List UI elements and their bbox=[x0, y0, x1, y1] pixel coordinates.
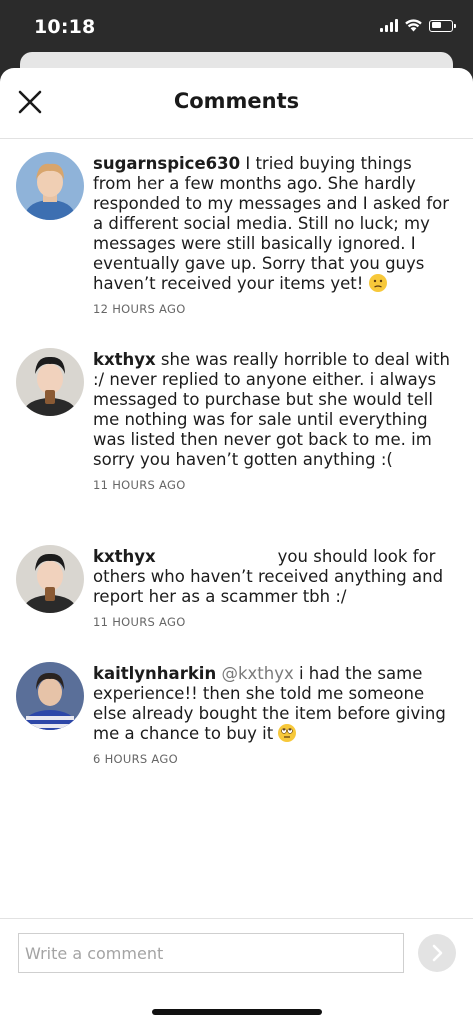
arrow-right-icon bbox=[432, 944, 443, 962]
comment-username[interactable]: sugarnspice630 bbox=[93, 154, 240, 173]
comment-mention[interactable]: @kxthyx bbox=[221, 664, 293, 683]
status-time: 10:18 bbox=[34, 16, 96, 38]
comment-username[interactable]: kxthyx bbox=[93, 547, 156, 566]
battery-icon bbox=[429, 19, 456, 32]
send-button[interactable] bbox=[418, 934, 456, 972]
comment-body: kaitlynharkin @kxthyx i had the same exp… bbox=[93, 664, 453, 769]
comment-body: kxthyx she was really horrible to deal w… bbox=[93, 350, 453, 495]
comment-username[interactable]: kaitlynharkin bbox=[93, 664, 216, 683]
avatar[interactable] bbox=[16, 662, 84, 730]
confused-face-icon bbox=[368, 274, 387, 292]
wifi-icon bbox=[405, 19, 422, 32]
status-bar: 10:18 bbox=[0, 0, 473, 58]
comments-sheet: Comments sugarnspice630 I tried buying t… bbox=[0, 68, 473, 1025]
comment-input[interactable] bbox=[18, 933, 404, 973]
comment-composer bbox=[0, 918, 473, 1025]
eye-roll-face-icon bbox=[278, 724, 297, 742]
status-icons bbox=[380, 19, 456, 32]
comment-text: I tried buying things from her a few mon… bbox=[93, 154, 450, 293]
comment-timestamp: 11 HOURS AGO bbox=[93, 478, 186, 492]
avatar[interactable] bbox=[16, 545, 84, 613]
avatar[interactable] bbox=[16, 348, 84, 416]
comments-header: Comments bbox=[0, 68, 473, 139]
comment-username[interactable]: kxthyx bbox=[93, 350, 156, 369]
comment-timestamp: 11 HOURS AGO bbox=[93, 615, 186, 629]
home-indicator bbox=[152, 1009, 322, 1015]
comment-timestamp: 6 HOURS AGO bbox=[93, 752, 178, 766]
page-title: Comments bbox=[173, 89, 300, 113]
avatar[interactable] bbox=[16, 152, 84, 220]
comment-body: sugarnspice630 I tried buying things fro… bbox=[93, 154, 453, 319]
comment-timestamp: 12 HOURS AGO bbox=[93, 302, 186, 316]
comment-body: kxthyx you should look for others who hav… bbox=[93, 547, 453, 632]
signal-icon bbox=[380, 19, 398, 32]
